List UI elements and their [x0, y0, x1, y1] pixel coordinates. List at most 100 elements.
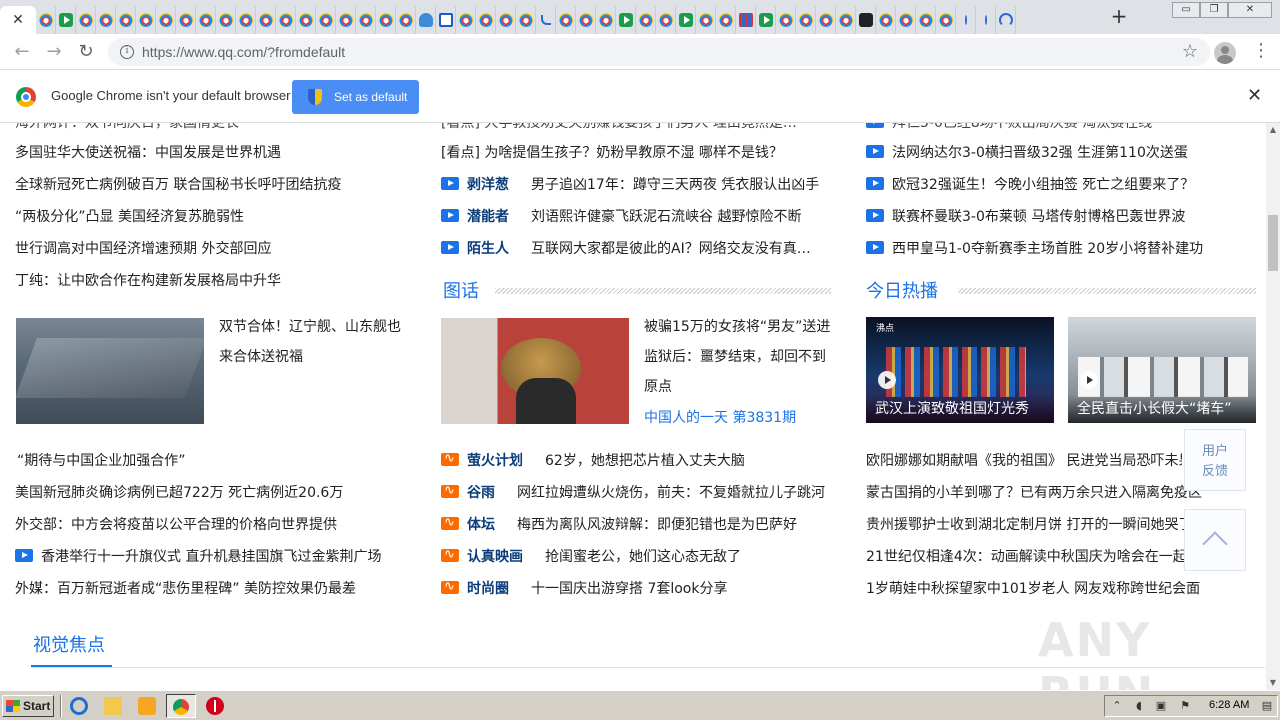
file-explorer-icon[interactable]: [104, 697, 122, 715]
browser-tab[interactable]: [136, 6, 156, 34]
browser-tab[interactable]: [316, 6, 336, 34]
browser-tab[interactable]: [576, 6, 596, 34]
news-link[interactable]: 世行调高对中国经济增速预期 外交部回应: [15, 239, 271, 259]
close-window-button[interactable]: ✕: [1228, 2, 1272, 18]
browser-tab[interactable]: [676, 6, 696, 34]
browser-tab[interactable]: [116, 6, 136, 34]
forward-button[interactable]: →: [42, 40, 66, 64]
feature-headline[interactable]: 双节合体！辽宁舰、山东舰也来合体送祝福: [219, 312, 409, 372]
rss-link[interactable]: 体坛 梅西为离队风波辩解：即便犯错也是为巴萨好: [441, 513, 797, 535]
news-link[interactable]: [看点] 为啥提倡生孩子？奶粉早教原不湿 哪样不是钱？: [441, 143, 783, 163]
browser-tab[interactable]: [776, 6, 796, 34]
news-link[interactable]: 全球新冠死亡病例破百万 联合国秘书长呼吁团结抗疫: [15, 175, 341, 195]
video-news-link[interactable]: 拜仁5-0已经8场不败出局决赛 淘汰赛在线: [866, 123, 1152, 133]
browser-tab[interactable]: [696, 6, 716, 34]
chrome-taskbar-button[interactable]: [166, 694, 196, 718]
browser-tab[interactable]: [656, 6, 676, 34]
scroll-thumb[interactable]: [1268, 215, 1278, 271]
scroll-up-arrow-icon[interactable]: ▲: [1266, 123, 1280, 137]
browser-tab[interactable]: [216, 6, 236, 34]
news-link[interactable]: 外媒：百万新冠逝者成“悲伤里程碑” 美防控效果仍最差: [15, 579, 356, 599]
browser-tab[interactable]: [376, 6, 396, 34]
browser-tab[interactable]: [496, 6, 516, 34]
browser-tab[interactable]: [876, 6, 896, 34]
browser-tab[interactable]: [956, 6, 976, 34]
start-button[interactable]: Start: [2, 695, 54, 717]
news-link[interactable]: 欧阳娜娜如期献唱《我的祖国》 民进党当局恐吓未果: [866, 451, 1182, 471]
clock[interactable]: 6:28 AM: [1209, 699, 1249, 711]
feature-subtitle[interactable]: 中国人的一天 第3831期: [644, 407, 796, 427]
browser-tab[interactable]: [836, 6, 856, 34]
news-link[interactable]: [看点] 大学教授劝丈夫别赚钱要孩子们男人 理由竟然是…: [441, 123, 797, 133]
news-link[interactable]: 多国驻华大使送祝福：中国发展是世界机遇: [15, 143, 281, 163]
browser-tab[interactable]: [256, 6, 276, 34]
browser-tab[interactable]: [976, 6, 996, 34]
scroll-down-arrow-icon[interactable]: ▼: [1266, 676, 1280, 690]
browser-tab[interactable]: [856, 6, 876, 34]
video-thumbnail[interactable]: 全民直击小长假大“堵车”: [1068, 317, 1256, 423]
url-text[interactable]: https://www.qq.com/?fromdefault: [142, 44, 345, 60]
browser-tab[interactable]: [296, 6, 316, 34]
rss-link[interactable]: 认真映画 抢闺蜜老公，她们这心态无敌了: [441, 545, 741, 567]
section-title[interactable]: 今日热播: [866, 281, 938, 302]
browser-tab[interactable]: [756, 6, 776, 34]
video-news-link[interactable]: 联赛杯曼联3-0布莱顿 马塔传射博格巴轰世界波: [866, 207, 1185, 227]
profile-avatar-icon[interactable]: [1214, 42, 1236, 64]
infobar-close-icon[interactable]: ✕: [1247, 85, 1262, 106]
browser-tab[interactable]: [916, 6, 936, 34]
video-news-link[interactable]: 法网纳达尔3-0横扫晋级32强 生涯第110次送蛋: [866, 143, 1188, 163]
minimize-button[interactable]: ▭: [1172, 2, 1200, 18]
browser-tab[interactable]: [276, 6, 296, 34]
network-icon[interactable]: ▣: [1155, 700, 1167, 712]
browser-tab[interactable]: [456, 6, 476, 34]
section-title[interactable]: 图话: [443, 281, 479, 302]
page-scrollbar[interactable]: ▲ ▼: [1266, 123, 1280, 690]
browser-tab[interactable]: [416, 6, 436, 34]
tab-close-icon[interactable]: ✕: [12, 12, 24, 28]
carrier-photo[interactable]: [16, 318, 204, 424]
browser-tab[interactable]: [536, 6, 556, 34]
news-link[interactable]: 21世纪仅相逢4次：动画解读中秋国庆为啥会在一起: [866, 547, 1184, 567]
set-as-default-button[interactable]: Set as default: [292, 80, 419, 114]
feature-headline[interactable]: 被骗15万的女孩将“男友”送进监狱后：噩梦结束，却回不到原点: [644, 312, 832, 402]
news-link[interactable]: 丁纯：让中欧合作在构建新发展格局中升华: [15, 271, 281, 291]
news-link[interactable]: 外交部：中方会将疫苗以公平合理的价格向世界提供: [15, 515, 337, 535]
news-link[interactable]: 贵州援鄂护士收到湖北定制月饼 打开的一瞬间她哭了: [866, 515, 1184, 535]
browser-tab[interactable]: [556, 6, 576, 34]
visual-focus-title[interactable]: 视觉焦点: [33, 631, 105, 657]
browser-tab[interactable]: [176, 6, 196, 34]
browser-tab[interactable]: [736, 6, 756, 34]
tagged-video-link[interactable]: 潜能者 刘语熙许健豪飞跃泥石流峡谷 越野惊险不断: [441, 207, 801, 227]
tagged-video-link[interactable]: 陌生人 互联网大家都是彼此的AI？网络交友没有真…: [441, 239, 811, 259]
browser-tab[interactable]: [336, 6, 356, 34]
flag-icon[interactable]: ⚑: [1179, 700, 1191, 712]
news-link[interactable]: “两极分化”凸显 美国经济复苏脆弱性: [15, 207, 244, 227]
video-news-link[interactable]: 西甲皇马1-0夺新赛季主场首胜 20岁小将替补建功: [866, 239, 1203, 259]
reload-button[interactable]: ↻: [74, 40, 98, 64]
show-desktop-icon[interactable]: ▤: [1261, 700, 1273, 712]
story-photo[interactable]: [441, 318, 629, 424]
browser-tab[interactable]: [236, 6, 256, 34]
browser-tab[interactable]: [896, 6, 916, 34]
news-link[interactable]: 海外网评：双节同庆日，家国情更长: [15, 123, 239, 133]
browser-tab[interactable]: [716, 6, 736, 34]
back-button[interactable]: ←: [10, 40, 34, 64]
browser-tab[interactable]: [396, 6, 416, 34]
media-player-icon[interactable]: [138, 697, 156, 715]
video-news-link[interactable]: 欧冠32强诞生！今晚小组抽签 死亡之组要来了？: [866, 175, 1194, 195]
browser-tab[interactable]: [196, 6, 216, 34]
volume-icon[interactable]: ◖: [1133, 700, 1145, 712]
video-thumbnail[interactable]: 沸点 武汉上演致敬祖国灯光秀: [866, 317, 1054, 423]
rss-link[interactable]: 时尚圈 十一国庆出游穿搭 7套look分享: [441, 577, 728, 599]
browser-tab[interactable]: [516, 6, 536, 34]
browser-tab[interactable]: [156, 6, 176, 34]
browser-tab[interactable]: [816, 6, 836, 34]
address-bar[interactable]: i https://www.qq.com/?fromdefault ☆: [108, 38, 1210, 66]
back-to-top-button[interactable]: [1184, 509, 1246, 571]
browser-tab[interactable]: [636, 6, 656, 34]
browser-tab[interactable]: [796, 6, 816, 34]
tray-expand-icon[interactable]: ⌃: [1111, 700, 1123, 712]
browser-tab[interactable]: [36, 6, 56, 34]
tagged-video-link[interactable]: 剥洋葱 男子追凶17年：蹲守三天两夜 凭衣服认出凶手: [441, 175, 819, 195]
internet-explorer-icon[interactable]: [70, 697, 88, 715]
